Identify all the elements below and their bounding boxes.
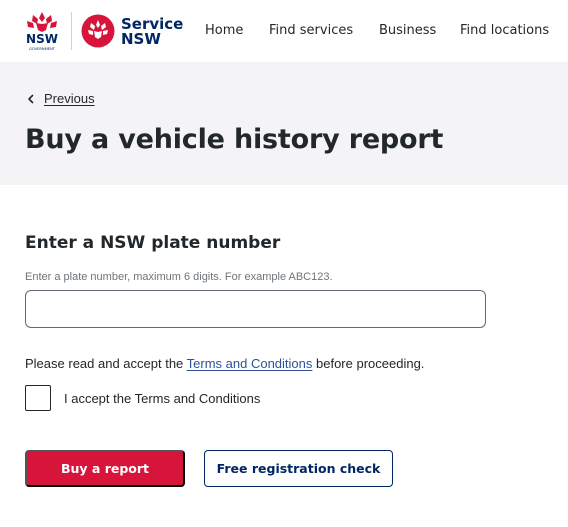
nav-business[interactable]: Business: [379, 23, 436, 38]
plate-hint-text: Enter a plate number, maximum 6 digits. …: [25, 271, 333, 283]
terms-and-conditions-link[interactable]: Terms and Conditions: [187, 356, 313, 371]
nsw-government-logo[interactable]: NSW GOVERNMENT: [22, 10, 62, 54]
accept-terms-label[interactable]: I accept the Terms and Conditions: [64, 391, 260, 406]
previous-link[interactable]: Previous: [26, 91, 95, 106]
service-nsw-mark-icon[interactable]: [81, 14, 115, 48]
nav-find-services[interactable]: Find services: [269, 23, 353, 38]
service-wordmark-line2: NSW: [121, 30, 161, 48]
accept-terms-checkbox[interactable]: [25, 385, 51, 411]
previous-link-label: Previous: [44, 91, 95, 106]
logo-divider: [71, 12, 72, 50]
site-header: NSW GOVERNMENT Service NSW Home Find ser…: [0, 0, 568, 62]
terms-prefix: Please read and accept the: [25, 356, 187, 371]
nav-home[interactable]: Home: [205, 23, 243, 38]
nsw-wordmark: NSW: [26, 32, 58, 46]
nav-find-locations[interactable]: Find locations: [460, 23, 549, 38]
free-registration-check-button[interactable]: Free registration check: [204, 450, 393, 487]
government-subtext: GOVERNMENT: [29, 47, 56, 51]
terms-instruction: Please read and accept the Terms and Con…: [25, 356, 424, 371]
buy-report-button[interactable]: Buy a report: [25, 450, 185, 487]
plate-number-input[interactable]: [25, 290, 486, 328]
page-title: Buy a vehicle history report: [25, 124, 444, 155]
terms-suffix: before proceeding.: [312, 356, 425, 371]
chevron-left-icon: [28, 94, 34, 103]
service-nsw-wordmark[interactable]: Service NSW: [121, 17, 183, 47]
plate-section-title: Enter a NSW plate number: [25, 233, 281, 253]
waratah-logo-icon: NSW GOVERNMENT: [26, 12, 58, 51]
